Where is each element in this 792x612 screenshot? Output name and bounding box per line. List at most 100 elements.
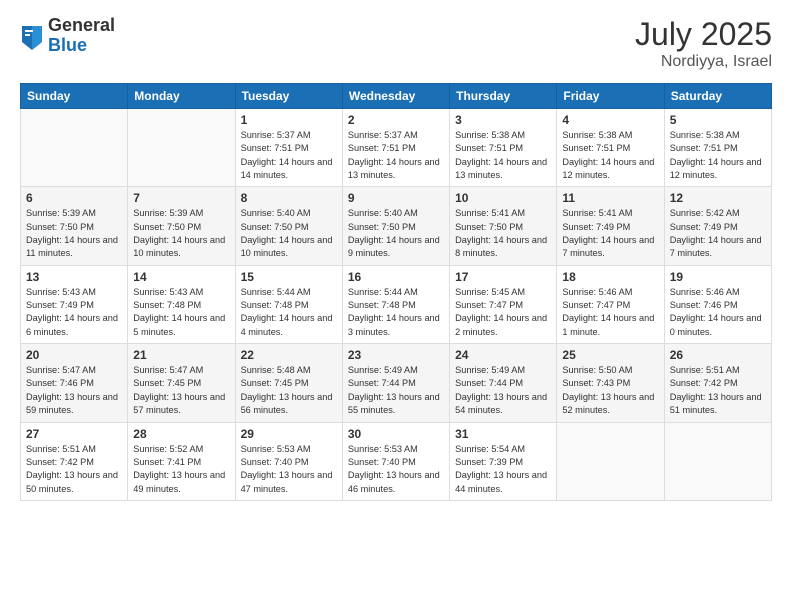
calendar-cell: 3Sunrise: 5:38 AM Sunset: 7:51 PM Daylig… (450, 109, 557, 187)
calendar-cell: 5 Sunrise: 5:38 AM Sunset: 7:51 PM Daylig… (664, 109, 771, 187)
day-number: 23 (348, 348, 444, 362)
day-number: 13 (26, 270, 122, 284)
calendar-cell: 4 Sunrise: 5:38 AM Sunset: 7:51 PM Daylig… (557, 109, 664, 187)
calendar-cell: 12 Sunrise: 5:42 AM Sunset: 7:49 PM Dayli… (664, 187, 771, 265)
day-info: Sunrise: 5:50 AM Sunset: 7:43 PM Dayligh… (562, 364, 658, 417)
calendar-cell (128, 109, 235, 187)
calendar-cell: 30 Sunrise: 5:53 AM Sunset: 7:40 PM Dayli… (342, 422, 449, 500)
col-wednesday: Wednesday (342, 84, 449, 109)
logo-blue-text: Blue (48, 36, 115, 56)
day-number: 22 (241, 348, 337, 362)
day-info: Sunrise: 5:49 AM Sunset: 7:44 PM Dayligh… (348, 364, 444, 417)
day-number: 26 (670, 348, 766, 362)
day-number: 4 (562, 113, 658, 127)
calendar-cell: 26 Sunrise: 5:51 AM Sunset: 7:42 PM Dayli… (664, 344, 771, 422)
day-info: Sunrise: 5:52 AM Sunset: 7:41 PM Dayligh… (133, 443, 229, 496)
calendar-cell: 23 Sunrise: 5:49 AM Sunset: 7:44 PM Dayli… (342, 344, 449, 422)
day-number: 12 (670, 191, 766, 205)
day-info: Sunrise: 5:53 AM Sunset: 7:40 PM Dayligh… (241, 443, 337, 496)
calendar-week-1: 1 Sunrise: 5:37 AM Sunset: 7:51 PM Daylig… (21, 109, 772, 187)
day-number: 7 (133, 191, 229, 205)
calendar-cell: 29 Sunrise: 5:53 AM Sunset: 7:40 PM Dayli… (235, 422, 342, 500)
day-number: 9 (348, 191, 444, 205)
day-number: 15 (241, 270, 337, 284)
day-info: Sunrise: 5:40 AM Sunset: 7:50 PM Dayligh… (241, 207, 337, 260)
calendar-week-2: 6 Sunrise: 5:39 AM Sunset: 7:50 PM Daylig… (21, 187, 772, 265)
calendar-cell: 27Sunrise: 5:51 AM Sunset: 7:42 PM Dayli… (21, 422, 128, 500)
day-number: 28 (133, 427, 229, 441)
calendar-cell: 21 Sunrise: 5:47 AM Sunset: 7:45 PM Dayli… (128, 344, 235, 422)
calendar-cell: 8Sunrise: 5:40 AM Sunset: 7:50 PM Daylig… (235, 187, 342, 265)
calendar-cell: 14Sunrise: 5:43 AM Sunset: 7:48 PM Dayli… (128, 265, 235, 343)
calendar-cell: 1Sunrise: 5:37 AM Sunset: 7:51 PM Daylig… (235, 109, 342, 187)
day-number: 17 (455, 270, 551, 284)
day-number: 14 (133, 270, 229, 284)
calendar-cell: 15 Sunrise: 5:44 AM Sunset: 7:48 PM Dayli… (235, 265, 342, 343)
col-saturday: Saturday (664, 84, 771, 109)
day-info: Sunrise: 5:42 AM Sunset: 7:49 PM Dayligh… (670, 207, 766, 260)
day-number: 1 (241, 113, 337, 127)
day-info: Sunrise: 5:53 AM Sunset: 7:40 PM Dayligh… (348, 443, 444, 496)
calendar-cell: 7 Sunrise: 5:39 AM Sunset: 7:50 PM Daylig… (128, 187, 235, 265)
col-monday: Monday (128, 84, 235, 109)
calendar-cell: 10 Sunrise: 5:41 AM Sunset: 7:50 PM Dayli… (450, 187, 557, 265)
header: General Blue July 2025 Nordiyya, Israel (20, 16, 772, 71)
page: General Blue July 2025 Nordiyya, Israel … (0, 0, 792, 612)
calendar-cell: 2Sunrise: 5:37 AM Sunset: 7:51 PM Daylig… (342, 109, 449, 187)
calendar-cell: 24Sunrise: 5:49 AM Sunset: 7:44 PM Dayli… (450, 344, 557, 422)
logo-icon (20, 22, 44, 50)
day-number: 25 (562, 348, 658, 362)
day-info: Sunrise: 5:41 AM Sunset: 7:50 PM Dayligh… (455, 207, 551, 260)
day-number: 5 (670, 113, 766, 127)
day-info: Sunrise: 5:39 AM Sunset: 7:50 PM Dayligh… (133, 207, 229, 260)
day-number: 21 (133, 348, 229, 362)
calendar-week-5: 27Sunrise: 5:51 AM Sunset: 7:42 PM Dayli… (21, 422, 772, 500)
calendar-cell: 13 Sunrise: 5:43 AM Sunset: 7:49 PM Dayli… (21, 265, 128, 343)
calendar-cell: 25 Sunrise: 5:50 AM Sunset: 7:43 PM Dayli… (557, 344, 664, 422)
calendar-cell: 9 Sunrise: 5:40 AM Sunset: 7:50 PM Daylig… (342, 187, 449, 265)
calendar-cell: 16Sunrise: 5:44 AM Sunset: 7:48 PM Dayli… (342, 265, 449, 343)
day-info: Sunrise: 5:45 AM Sunset: 7:47 PM Dayligh… (455, 286, 551, 339)
day-number: 11 (562, 191, 658, 205)
day-info: Sunrise: 5:54 AM Sunset: 7:39 PM Dayligh… (455, 443, 551, 496)
day-info: Sunrise: 5:44 AM Sunset: 7:48 PM Dayligh… (241, 286, 337, 339)
calendar-cell (664, 422, 771, 500)
logo: General Blue (20, 16, 115, 56)
day-number: 30 (348, 427, 444, 441)
day-info: Sunrise: 5:38 AM Sunset: 7:51 PM Dayligh… (562, 129, 658, 182)
calendar-cell: 31 Sunrise: 5:54 AM Sunset: 7:39 PM Dayli… (450, 422, 557, 500)
col-sunday: Sunday (21, 84, 128, 109)
calendar-cell: 19 Sunrise: 5:46 AM Sunset: 7:46 PM Dayli… (664, 265, 771, 343)
calendar-cell: 11 Sunrise: 5:41 AM Sunset: 7:49 PM Dayli… (557, 187, 664, 265)
day-number: 29 (241, 427, 337, 441)
day-info: Sunrise: 5:38 AM Sunset: 7:51 PM Dayligh… (670, 129, 766, 182)
calendar-week-3: 13 Sunrise: 5:43 AM Sunset: 7:49 PM Dayli… (21, 265, 772, 343)
day-number: 6 (26, 191, 122, 205)
day-number: 20 (26, 348, 122, 362)
day-info: Sunrise: 5:38 AM Sunset: 7:51 PM Dayligh… (455, 129, 551, 182)
day-info: Sunrise: 5:46 AM Sunset: 7:46 PM Dayligh… (670, 286, 766, 339)
calendar-cell: 17 Sunrise: 5:45 AM Sunset: 7:47 PM Dayli… (450, 265, 557, 343)
calendar-cell: 20Sunrise: 5:47 AM Sunset: 7:46 PM Dayli… (21, 344, 128, 422)
day-info: Sunrise: 5:49 AM Sunset: 7:44 PM Dayligh… (455, 364, 551, 417)
day-info: Sunrise: 5:43 AM Sunset: 7:49 PM Dayligh… (26, 286, 122, 339)
title-location: Nordiyya, Israel (635, 53, 772, 71)
day-number: 31 (455, 427, 551, 441)
calendar-cell: 6Sunrise: 5:39 AM Sunset: 7:50 PM Daylig… (21, 187, 128, 265)
logo-text: General Blue (48, 16, 115, 56)
day-info: Sunrise: 5:40 AM Sunset: 7:50 PM Dayligh… (348, 207, 444, 260)
day-info: Sunrise: 5:47 AM Sunset: 7:45 PM Dayligh… (133, 364, 229, 417)
col-friday: Friday (557, 84, 664, 109)
col-thursday: Thursday (450, 84, 557, 109)
day-info: Sunrise: 5:41 AM Sunset: 7:49 PM Dayligh… (562, 207, 658, 260)
day-number: 16 (348, 270, 444, 284)
logo-general-text: General (48, 16, 115, 36)
day-info: Sunrise: 5:51 AM Sunset: 7:42 PM Dayligh… (670, 364, 766, 417)
day-number: 19 (670, 270, 766, 284)
day-info: Sunrise: 5:37 AM Sunset: 7:51 PM Dayligh… (348, 129, 444, 182)
day-info: Sunrise: 5:46 AM Sunset: 7:47 PM Dayligh… (562, 286, 658, 339)
calendar-header-row: Sunday Monday Tuesday Wednesday Thursday… (21, 84, 772, 109)
calendar-cell: 18Sunrise: 5:46 AM Sunset: 7:47 PM Dayli… (557, 265, 664, 343)
calendar-cell: 28 Sunrise: 5:52 AM Sunset: 7:41 PM Dayli… (128, 422, 235, 500)
day-number: 10 (455, 191, 551, 205)
